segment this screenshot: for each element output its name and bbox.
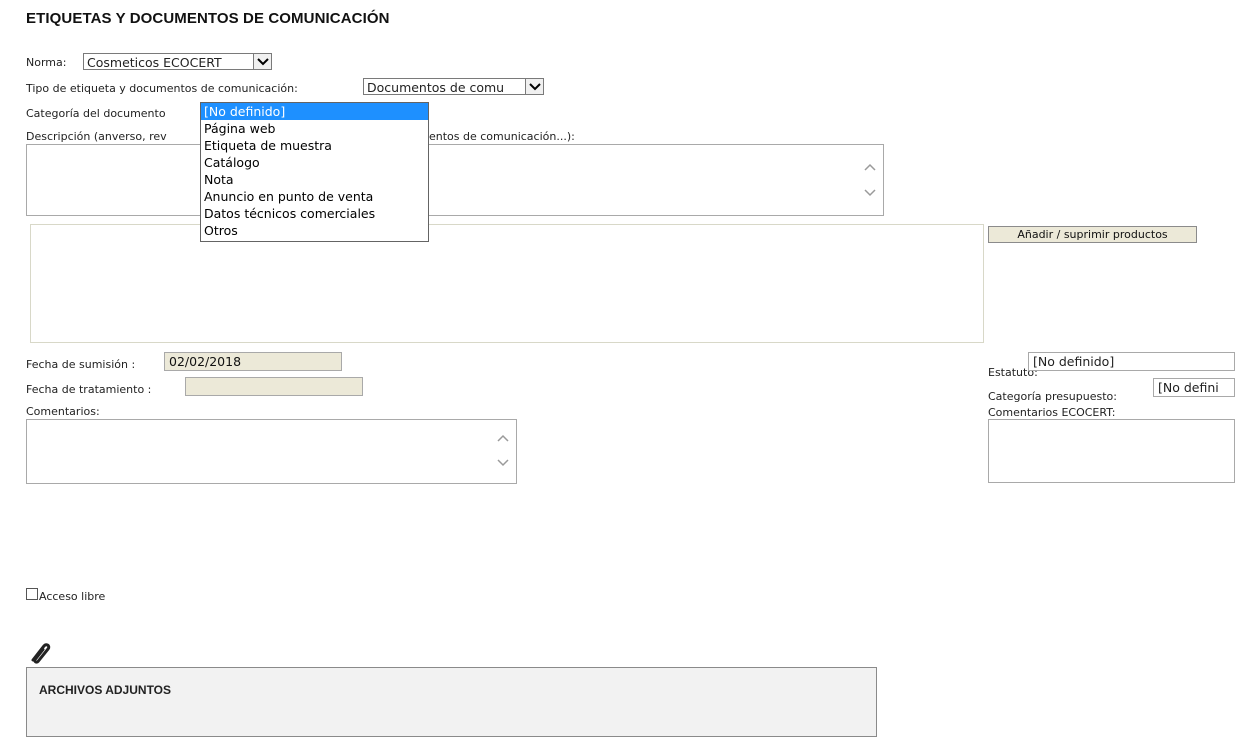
categoria-option[interactable]: Anuncio en punto de venta xyxy=(201,188,428,205)
comentarios-label: Comentarios: xyxy=(26,405,100,418)
attachments-panel: ARCHIVOS ADJUNTOS xyxy=(26,667,877,737)
norma-label: Norma: xyxy=(26,56,67,69)
categoria-option[interactable]: Catálogo xyxy=(201,154,428,171)
acceso-libre-label: Acceso libre xyxy=(39,590,106,603)
presupuesto-field[interactable]: [No defini xyxy=(1153,378,1235,397)
page-title: ETIQUETAS Y DOCUMENTOS DE COMUNICACIÓN xyxy=(26,10,390,27)
categoria-option[interactable]: Datos técnicos comerciales xyxy=(201,205,428,222)
norma-select[interactable]: Cosmeticos ECOCERT xyxy=(83,53,272,70)
categoria-label: Categoría del documento xyxy=(26,107,166,120)
scroll-down-icon[interactable] xyxy=(496,458,510,468)
scroll-up-icon[interactable] xyxy=(863,162,877,172)
add-remove-products-button[interactable]: Añadir / suprimir productos xyxy=(988,226,1197,243)
estatuto-field[interactable]: [No definido] xyxy=(1028,352,1235,371)
comentarios-ecocert-textarea[interactable] xyxy=(988,419,1235,483)
fecha-tratamiento-field xyxy=(185,377,363,396)
categoria-option[interactable]: Otros xyxy=(201,222,428,239)
scroll-down-icon[interactable] xyxy=(863,188,877,198)
descripcion-label-start: Descripción (anverso, rev xyxy=(26,130,167,143)
descripcion-label-end: entos de comunicación...): xyxy=(429,130,575,143)
categoria-dropdown-list[interactable]: [No definido] Página web Etiqueta de muest… xyxy=(200,102,429,242)
tipo-select-value: Documentos de comu xyxy=(367,80,505,95)
comentarios-ecocert-label: Comentarios ECOCERT: xyxy=(988,406,1116,419)
chevron-down-icon xyxy=(253,54,271,69)
acceso-libre-checkbox[interactable] xyxy=(26,588,38,600)
scroll-up-icon[interactable] xyxy=(496,433,510,443)
paperclip-icon xyxy=(31,643,51,664)
presupuesto-label: Categoría presupuesto: xyxy=(988,390,1117,403)
productos-list xyxy=(30,224,984,343)
chevron-down-icon xyxy=(525,79,543,94)
categoria-option[interactable]: [No definido] xyxy=(201,103,428,120)
fecha-sumision-field: 02/02/2018 xyxy=(164,352,342,371)
norma-select-value: Cosmeticos ECOCERT xyxy=(87,55,222,70)
comentarios-textarea[interactable] xyxy=(26,419,517,484)
categoria-option[interactable]: Nota xyxy=(201,171,428,188)
descripcion-textarea[interactable] xyxy=(26,144,884,216)
fecha-tratamiento-label: Fecha de tratamiento : xyxy=(26,383,152,396)
categoria-option[interactable]: Etiqueta de muestra xyxy=(201,137,428,154)
tipo-label: Tipo de etiqueta y documentos de comunic… xyxy=(26,82,298,95)
categoria-option[interactable]: Página web xyxy=(201,120,428,137)
fecha-sumision-label: Fecha de sumisión : xyxy=(26,358,136,371)
attachments-title: ARCHIVOS ADJUNTOS xyxy=(39,683,172,697)
tipo-select[interactable]: Documentos de comu xyxy=(363,78,544,95)
